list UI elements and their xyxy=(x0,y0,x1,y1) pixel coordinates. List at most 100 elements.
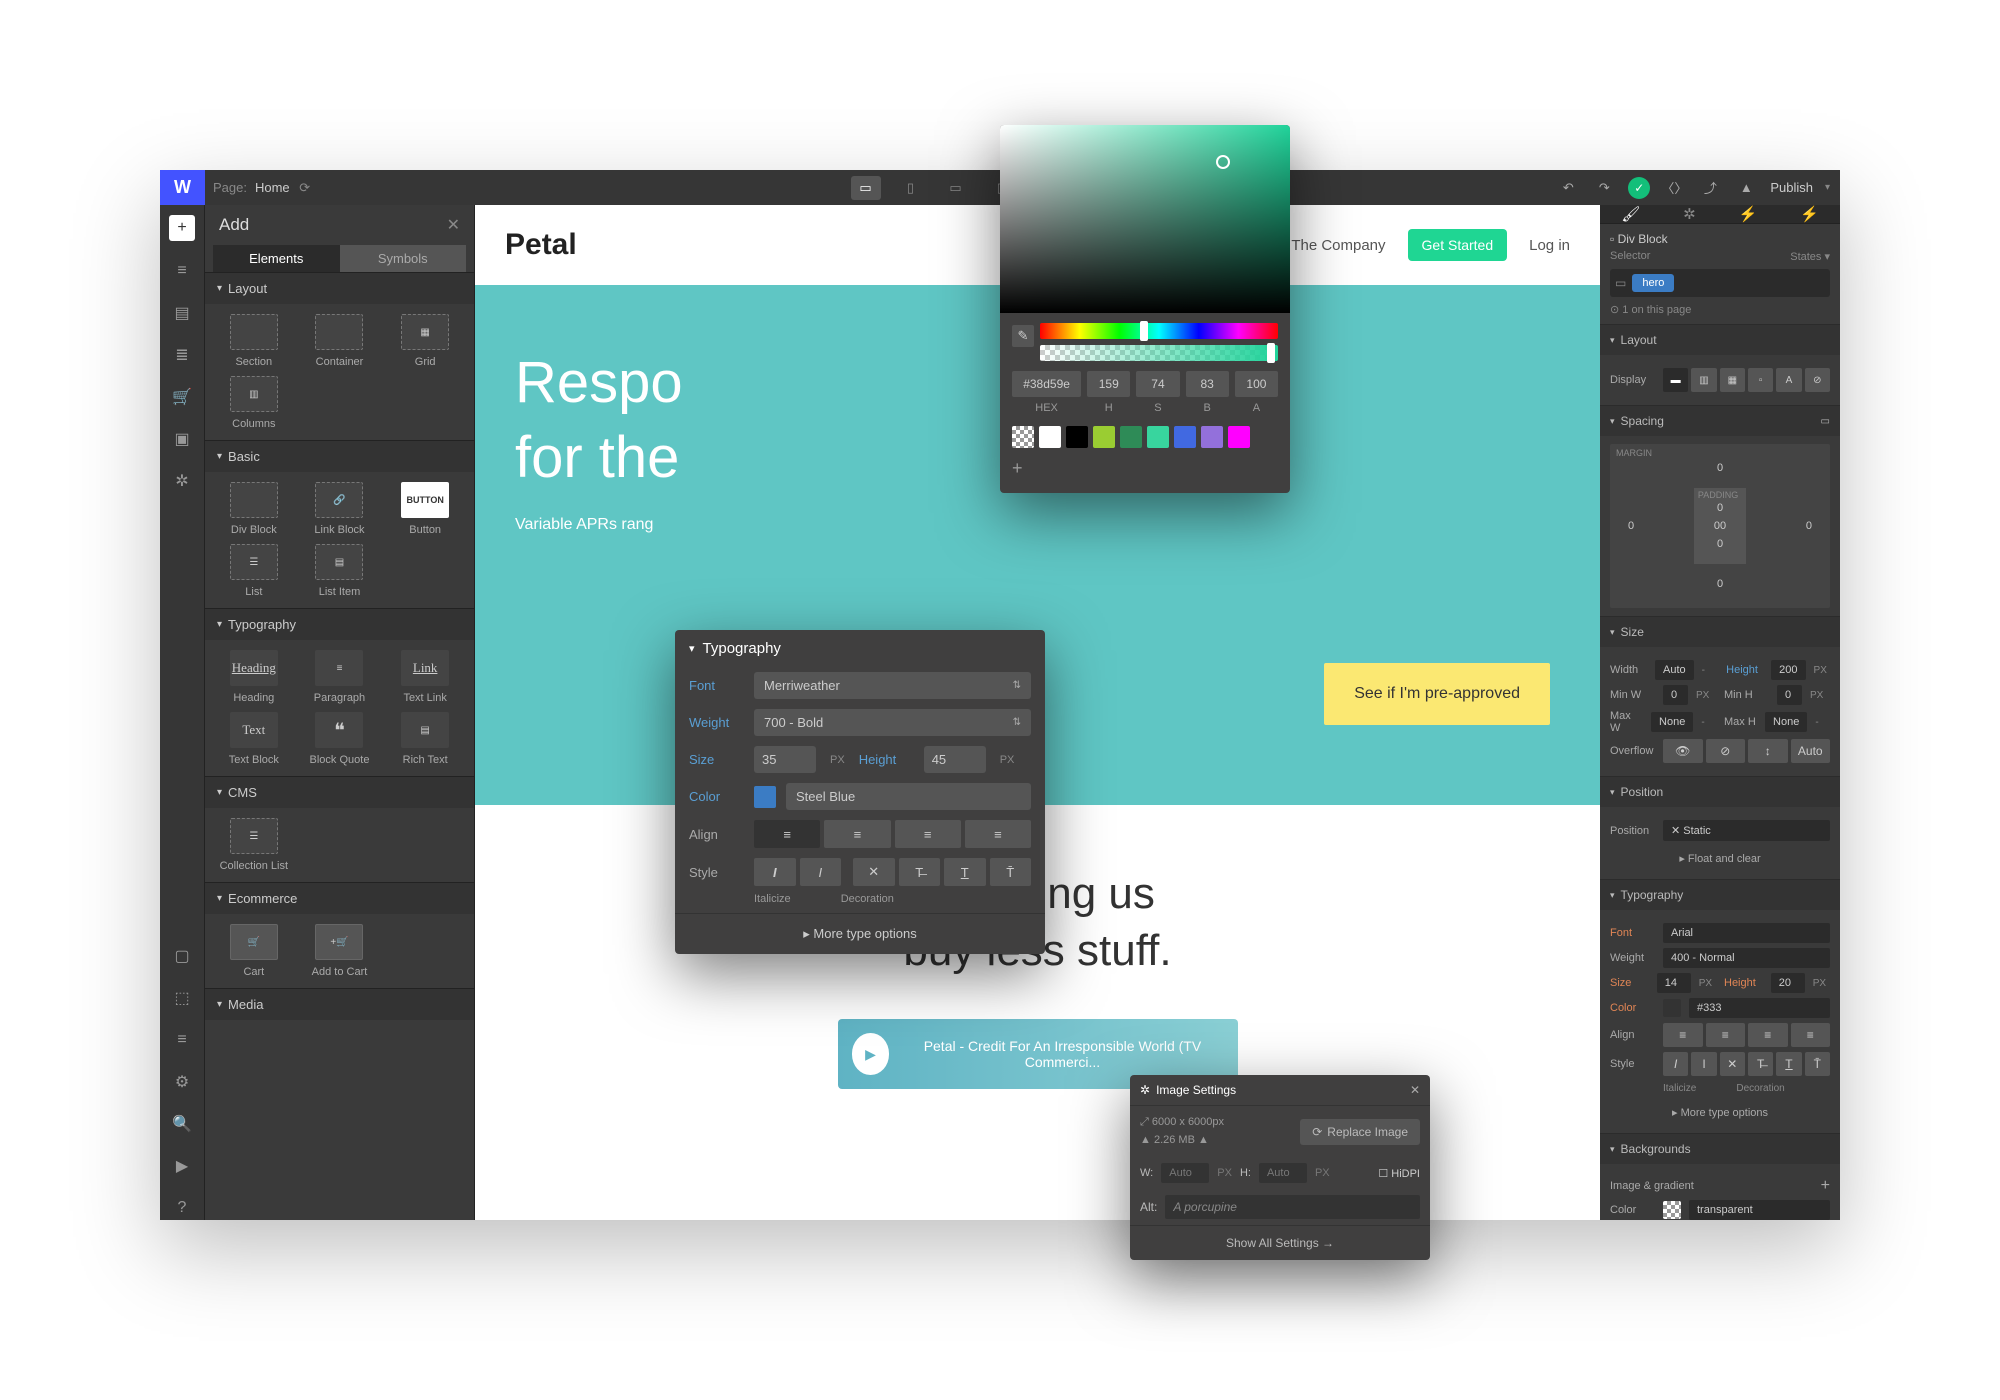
style-normal[interactable]: I xyxy=(1691,1052,1716,1076)
play-icon[interactable]: ▶ xyxy=(852,1033,890,1075)
theight-input[interactable]: 20 xyxy=(1771,973,1805,993)
device-tablet-icon[interactable]: ▯ xyxy=(896,176,926,200)
swatch[interactable] xyxy=(1012,426,1034,448)
sec-spacing[interactable]: Spacing▭ xyxy=(1600,406,1840,436)
el-div[interactable]: Div Block xyxy=(215,482,293,536)
show-all-settings[interactable]: Show All Settings → xyxy=(1130,1225,1430,1260)
img-w-input[interactable]: Auto xyxy=(1161,1163,1209,1183)
el-cart[interactable]: 🛒Cart xyxy=(215,924,293,978)
add-bg-icon[interactable]: + xyxy=(1821,1177,1830,1195)
swatch[interactable] xyxy=(1228,426,1250,448)
minw-input[interactable]: 0 xyxy=(1663,685,1688,705)
el-textblock[interactable]: TextText Block xyxy=(215,712,293,766)
italic-on-btn[interactable]: I xyxy=(754,858,796,886)
maxw-input[interactable]: None xyxy=(1651,712,1693,732)
add-icon[interactable]: + xyxy=(169,215,195,241)
sec-backgrounds[interactable]: Backgrounds xyxy=(1600,1134,1840,1164)
section-ecommerce[interactable]: Ecommerce xyxy=(205,882,474,914)
el-heading[interactable]: HeadingHeading xyxy=(215,650,293,704)
deco-strike-btn[interactable]: T̶ xyxy=(899,858,941,886)
question-icon[interactable]: ? xyxy=(170,1196,194,1220)
swatch[interactable] xyxy=(1066,426,1088,448)
device-desktop-icon[interactable]: ▭ xyxy=(851,176,881,200)
publish-button[interactable]: Publish xyxy=(1770,180,1813,195)
el-paragraph[interactable]: ≡Paragraph xyxy=(301,650,379,704)
el-richtext[interactable]: ▤Rich Text xyxy=(386,712,464,766)
sec-size[interactable]: Size xyxy=(1600,617,1840,647)
deco-over-btn[interactable]: T̄ xyxy=(990,858,1032,886)
section-typography[interactable]: Typography xyxy=(205,608,474,640)
overflow-auto[interactable]: Auto xyxy=(1791,739,1831,763)
align-right[interactable]: ≡ xyxy=(1748,1023,1788,1047)
section-basic[interactable]: Basic xyxy=(205,440,474,472)
undo-icon[interactable]: ↶ xyxy=(1556,176,1580,200)
tab-interactions-icon[interactable]: ⚡ xyxy=(1739,205,1758,223)
tab-elements[interactable]: Elements xyxy=(213,245,340,272)
more-type[interactable]: ▸ More type options xyxy=(1610,1100,1830,1125)
el-collectionlist[interactable]: ☰Collection List xyxy=(215,818,293,872)
add-swatch[interactable]: + xyxy=(1000,454,1290,483)
section-cms[interactable]: CMS xyxy=(205,776,474,808)
swatch[interactable] xyxy=(1039,426,1061,448)
typo-header[interactable]: Typography xyxy=(675,630,1045,667)
hero-subtitle[interactable]: Variable APRs rang xyxy=(515,516,1560,534)
align-justify[interactable]: ≡ xyxy=(1791,1023,1831,1047)
states-label[interactable]: States ▾ xyxy=(1790,250,1830,263)
close-icon[interactable]: ✕ xyxy=(1410,1083,1420,1097)
align-justify-btn[interactable]: ≡ xyxy=(965,820,1031,848)
alpha-slider[interactable] xyxy=(1040,345,1278,361)
display-inline[interactable]: A xyxy=(1776,368,1801,392)
el-addcart[interactable]: +🛒Add to Cart xyxy=(301,924,379,978)
sec-position[interactable]: Position xyxy=(1600,777,1840,807)
alt-input[interactable]: A porcupine xyxy=(1165,1195,1420,1219)
style-strike[interactable]: T̶ xyxy=(1748,1052,1773,1076)
lineheight-input[interactable]: 45 xyxy=(924,746,986,773)
navigator-icon[interactable]: ▢ xyxy=(170,944,194,968)
ecommerce-rail-icon[interactable]: 🛒 xyxy=(170,385,194,409)
weight-select[interactable]: 400 - Normal xyxy=(1663,948,1830,968)
swatch[interactable] xyxy=(1201,426,1223,448)
el-container[interactable]: Container xyxy=(301,314,379,368)
align-left[interactable]: ≡ xyxy=(1663,1023,1703,1047)
audit-rail-icon[interactable]: ⚙ xyxy=(170,1070,194,1094)
page-name[interactable]: Home xyxy=(255,180,290,195)
color-handle[interactable] xyxy=(1216,155,1230,169)
hue-slider[interactable] xyxy=(1040,323,1278,339)
nav-link[interactable]: The Company xyxy=(1291,237,1385,254)
eyedropper-icon[interactable]: ✎ xyxy=(1012,325,1034,347)
hero-cta-button[interactable]: See if I'm pre-approved xyxy=(1324,663,1550,725)
sec-typography[interactable]: Typography xyxy=(1600,880,1840,910)
export-icon[interactable]: ⤴ xyxy=(1698,176,1722,200)
bg-swatch[interactable] xyxy=(1663,1201,1681,1219)
tsize-input[interactable]: 14 xyxy=(1657,973,1691,993)
file-icon[interactable]: ▤ xyxy=(170,301,194,325)
el-blockquote[interactable]: ❝Block Quote xyxy=(301,712,379,766)
a-input[interactable]: 100 xyxy=(1235,371,1278,397)
audit-icon[interactable]: ▲ xyxy=(1734,176,1758,200)
color-swatch[interactable] xyxy=(1663,999,1681,1017)
settings-icon[interactable]: ✲ xyxy=(170,469,194,493)
overflow-scroll[interactable]: ↕ xyxy=(1748,739,1788,763)
color-gradient[interactable] xyxy=(1000,125,1290,313)
search-icon[interactable]: 🔍 xyxy=(170,1112,194,1136)
el-listitem[interactable]: ▤List Item xyxy=(301,544,379,598)
overflow-hidden[interactable]: ⊘ xyxy=(1706,739,1746,763)
align-right-btn[interactable]: ≡ xyxy=(895,820,961,848)
site-brand[interactable]: Petal xyxy=(505,228,577,262)
style-underline[interactable]: T xyxy=(1776,1052,1801,1076)
help-icon[interactable]: ≡ xyxy=(170,1028,194,1052)
style-none[interactable]: ✕ xyxy=(1720,1052,1745,1076)
tab-settings-icon[interactable]: ✲ xyxy=(1683,205,1696,223)
el-textlink[interactable]: LinkText Link xyxy=(386,650,464,704)
swatch[interactable] xyxy=(1120,426,1142,448)
webflow-logo[interactable]: W xyxy=(160,170,205,205)
assets-icon[interactable]: ▣ xyxy=(170,427,194,451)
s-input[interactable]: 74 xyxy=(1136,371,1179,397)
el-list[interactable]: ☰List xyxy=(215,544,293,598)
pages-icon[interactable]: ≡ xyxy=(170,259,194,283)
h-input[interactable]: 159 xyxy=(1087,371,1130,397)
hue-handle[interactable] xyxy=(1140,321,1148,341)
img-h-input[interactable]: Auto xyxy=(1259,1163,1307,1183)
el-grid[interactable]: ▦Grid xyxy=(386,314,464,368)
selector-chip[interactable]: hero xyxy=(1632,274,1674,292)
